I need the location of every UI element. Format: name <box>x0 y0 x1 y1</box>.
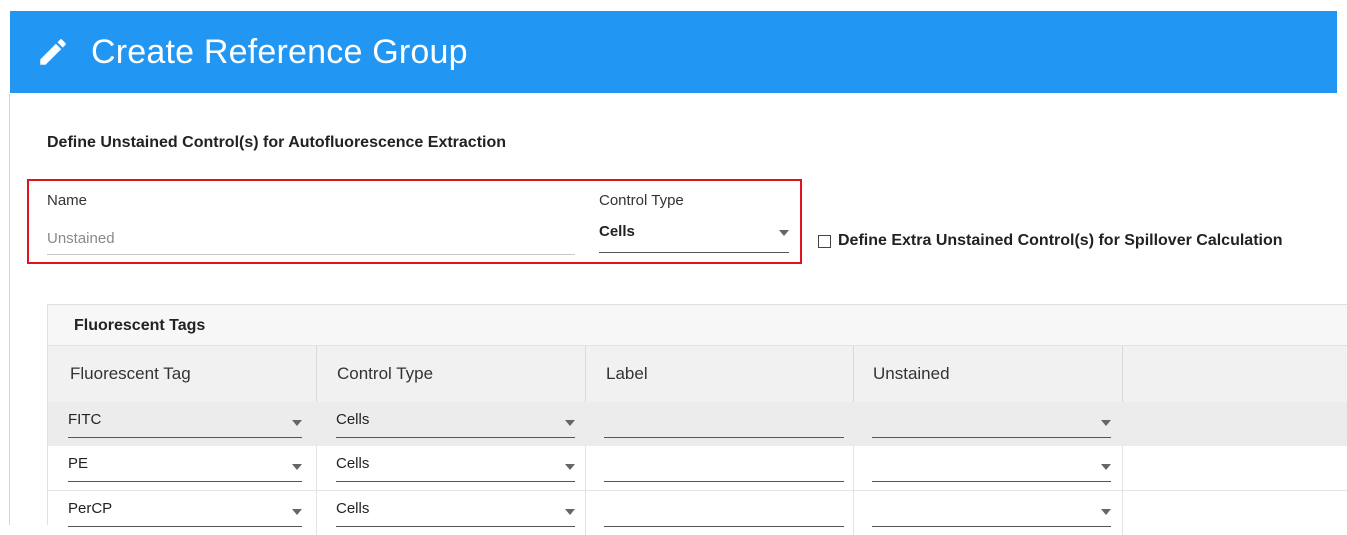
unstained-select[interactable] <box>872 452 1111 482</box>
section-title: Define Unstained Control(s) for Autofluo… <box>47 134 507 151</box>
column-header-label: Fluorescent Tag <box>70 364 191 383</box>
unstained-select[interactable] <box>872 497 1111 527</box>
fluorescent-tag-select[interactable]: FITC <box>68 408 302 438</box>
fluorescent-tag-select[interactable]: PerCP <box>68 497 302 527</box>
extra-unstained-checkbox[interactable]: Define Extra Unstained Control(s) for Sp… <box>818 232 1283 250</box>
caret-down-icon <box>779 230 789 236</box>
fluorescent-tags-table: Fluorescent Tags Fluorescent Tag Control… <box>47 304 1347 535</box>
column-header-label: Label <box>606 364 648 383</box>
dialog-header: Create Reference Group <box>10 11 1337 93</box>
caret-down-icon <box>565 420 575 426</box>
fluorescent-tag-value: PerCP <box>68 500 113 517</box>
control-type-select[interactable]: Cells <box>599 220 789 253</box>
column-header-fluorescent-tag[interactable]: Fluorescent Tag <box>48 346 317 402</box>
control-type-value: Cells <box>336 500 370 517</box>
extra-unstained-label: Define Extra Unstained Control(s) for Sp… <box>838 232 1283 249</box>
column-header-label: Unstained <box>873 364 950 383</box>
table-caption-text: Fluorescent Tags <box>74 317 206 334</box>
table-row: PE Cells <box>48 446 1347 491</box>
column-header-label: Control Type <box>337 364 434 383</box>
control-type-select[interactable]: Cells <box>336 497 575 527</box>
name-input[interactable] <box>47 222 575 255</box>
control-type-label: Control Type <box>599 192 684 209</box>
table-row: PerCP Cells <box>48 491 1347 535</box>
fluorescent-tag-select[interactable]: PE <box>68 452 302 482</box>
fluorescent-tag-value: FITC <box>68 411 102 428</box>
caret-down-icon <box>292 509 302 515</box>
label-input[interactable] <box>604 408 844 438</box>
caret-down-icon <box>565 464 575 470</box>
checkbox-icon[interactable] <box>818 234 831 248</box>
label-input[interactable] <box>604 452 844 482</box>
control-type-value: Cells <box>599 223 635 240</box>
table-row: FITC Cells <box>48 402 1347 446</box>
table-header-row: Fluorescent Tag Control Type Label Unsta… <box>48 346 1347 402</box>
caret-down-icon <box>292 420 302 426</box>
label-input[interactable] <box>604 497 844 527</box>
control-type-value: Cells <box>336 411 370 428</box>
fluorescent-tag-value: PE <box>68 455 89 472</box>
caret-down-icon <box>1101 420 1111 426</box>
page-left-border <box>9 94 10 525</box>
name-label: Name <box>47 192 88 209</box>
column-header-unstained[interactable]: Unstained <box>854 346 1123 402</box>
control-type-select[interactable]: Cells <box>336 452 575 482</box>
page-title: Create Reference Group <box>91 33 468 71</box>
control-type-value: Cells <box>336 455 370 472</box>
column-header-label[interactable]: Label <box>586 346 854 402</box>
control-type-select[interactable]: Cells <box>336 408 575 438</box>
table-caption: Fluorescent Tags <box>48 305 1347 346</box>
unstained-select[interactable] <box>872 408 1111 438</box>
caret-down-icon <box>292 464 302 470</box>
caret-down-icon <box>1101 509 1111 515</box>
column-header-control-type[interactable]: Control Type <box>317 346 586 402</box>
caret-down-icon <box>1101 464 1111 470</box>
pencil-icon <box>40 39 66 65</box>
caret-down-icon <box>565 509 575 515</box>
